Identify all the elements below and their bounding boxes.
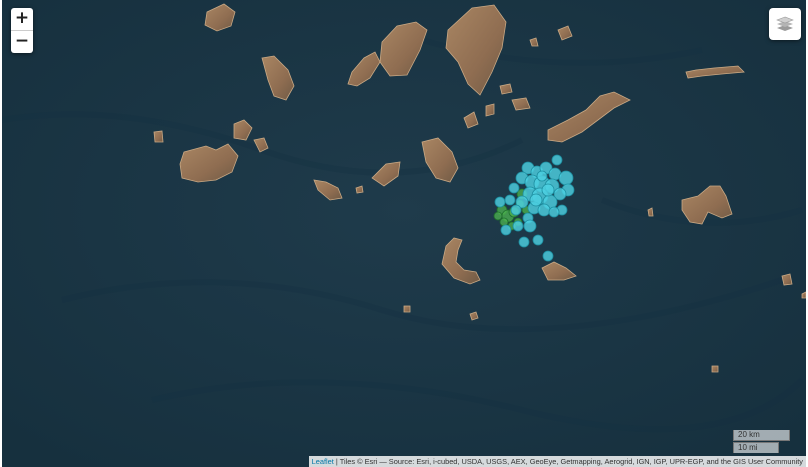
layers-icon xyxy=(776,16,794,31)
scale-control: 20 km 10 mi xyxy=(733,430,790,453)
attribution-text: | Tiles © Esri — Source: Esri, i-cubed, … xyxy=(333,457,803,466)
earthquake-marker xyxy=(536,170,548,182)
earthquake-marker xyxy=(558,170,574,186)
layers-button[interactable] xyxy=(769,8,801,40)
island xyxy=(647,207,654,217)
earthquake-marker xyxy=(551,154,563,166)
earthquake-marker xyxy=(494,196,506,208)
earthquake-marker xyxy=(510,204,522,216)
zoom-control: + − xyxy=(11,8,33,53)
earthquake-marker xyxy=(500,224,512,236)
earthquake-marker xyxy=(548,206,560,218)
zoom-out-button[interactable]: − xyxy=(11,30,33,53)
attribution: Leaflet | Tiles © Esri — Source: Esri, i… xyxy=(308,456,806,467)
map-container[interactable]: + − 20 km 10 mi Leaflet | Tiles © Esri —… xyxy=(2,0,806,467)
island xyxy=(499,83,513,95)
zoom-in-button[interactable]: + xyxy=(11,8,33,30)
scale-metric: 20 km xyxy=(733,430,790,441)
island xyxy=(403,305,411,313)
earthquake-marker xyxy=(493,211,503,221)
earthquake-marker xyxy=(512,220,524,232)
earthquake-marker xyxy=(537,203,551,217)
earthquake-marker xyxy=(508,182,520,194)
earthquake-marker xyxy=(542,250,554,262)
island xyxy=(485,103,495,117)
island xyxy=(711,365,719,373)
island xyxy=(469,311,479,321)
island xyxy=(153,130,164,143)
earthquake-marker xyxy=(518,236,530,248)
scale-imperial: 10 mi xyxy=(733,442,779,453)
earthquake-marker xyxy=(529,193,543,207)
leaflet-link[interactable]: Leaflet xyxy=(312,457,334,466)
earthquake-marker xyxy=(523,219,537,233)
earthquake-marker xyxy=(541,183,555,197)
satellite-basemap xyxy=(2,0,806,467)
earthquake-marker xyxy=(532,234,544,246)
island xyxy=(781,273,793,286)
earthquake-marker xyxy=(504,194,516,206)
